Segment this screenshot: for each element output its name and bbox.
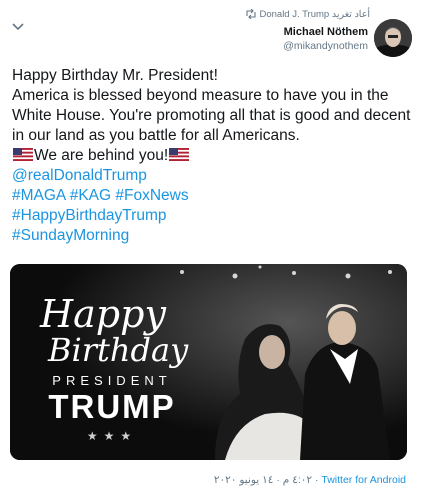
tweet-source[interactable]: Twitter for Android xyxy=(321,474,406,486)
tweet-body: Happy Birthday Mr. President! America is… xyxy=(12,66,412,246)
author-name[interactable]: Michael Nöthem xyxy=(283,25,368,39)
media-trump-text: TRUMP xyxy=(48,388,176,425)
tweet-line-text: We are behind you! xyxy=(34,147,169,164)
hashtag-link[interactable]: #HappyBirthdayTrump xyxy=(12,207,167,224)
media-stars: ★★★ xyxy=(86,429,138,443)
chevron-down-icon[interactable] xyxy=(12,22,24,32)
us-flag-icon xyxy=(13,148,33,161)
tweet-meta: ٤:٠٢ م · ١٤ يونيو ٢٠٢٠ · Twitter for And… xyxy=(214,474,406,486)
tweet-media-image[interactable]: Happy Birthday PRESIDENT TRUMP ★★★ xyxy=(10,264,407,460)
media-birthday-text: Birthday xyxy=(48,331,189,369)
hashtag-link[interactable]: #SundayMorning xyxy=(12,227,129,244)
mention-link[interactable]: @realDonaldTrump xyxy=(12,167,147,184)
tweet-line: Happy Birthday Mr. President! xyxy=(12,67,218,84)
media-happy-text: Happy xyxy=(40,292,166,336)
tweet-timestamp[interactable]: ٤:٠٢ م · ١٤ يونيو ٢٠٢٠ · xyxy=(214,474,319,486)
hashtag-links[interactable]: #MAGA #KAG #FoxNews xyxy=(12,187,189,204)
retweet-label: أعاد تغريد xyxy=(331,9,370,20)
avatar[interactable] xyxy=(374,19,412,57)
tweet-line: America is blessed beyond measure to hav… xyxy=(12,87,411,144)
author-handle[interactable]: @mikandynothem xyxy=(283,39,368,53)
tweet-author[interactable]: Michael Nöthem @mikandynothem xyxy=(283,25,368,53)
tweet-line: We are behind you! xyxy=(12,146,412,166)
retweet-context: أعاد تغريد Donald J. Trump xyxy=(241,9,370,20)
retweeter-name[interactable]: Donald J. Trump xyxy=(259,9,329,20)
us-flag-icon xyxy=(169,148,190,161)
media-president-text: PRESIDENT xyxy=(52,373,172,388)
retweet-icon xyxy=(246,9,256,20)
